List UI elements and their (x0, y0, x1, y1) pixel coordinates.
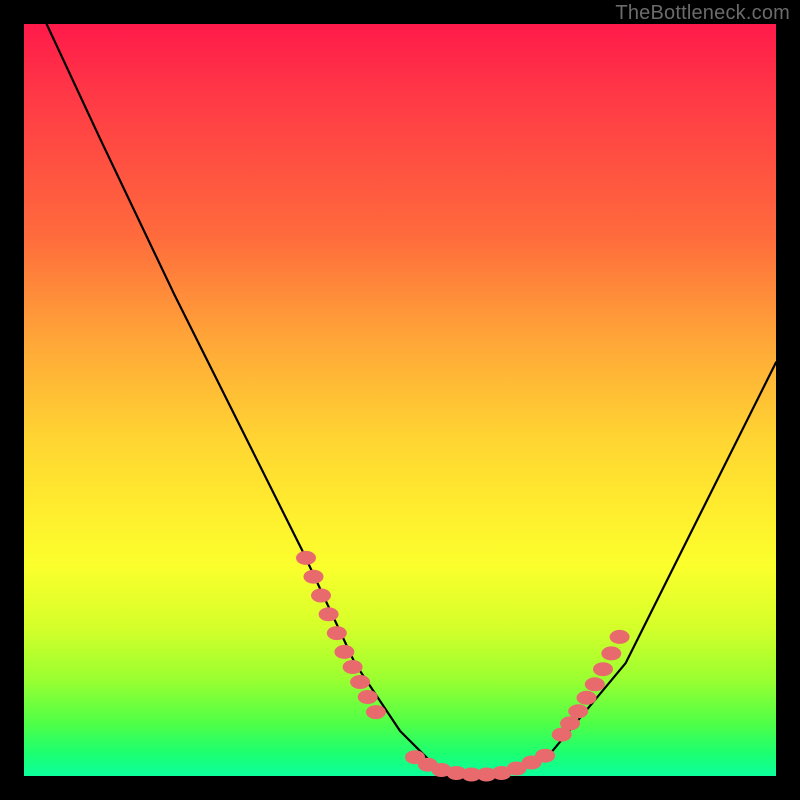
marker-dot (601, 646, 621, 660)
marker-dot (577, 691, 597, 705)
marker-dot (593, 662, 613, 676)
marker-dot (350, 675, 370, 689)
marker-dot (311, 589, 331, 603)
chart-svg (24, 24, 776, 776)
bottleneck-curve (47, 24, 776, 776)
marker-dots (296, 551, 630, 782)
marker-dot (358, 690, 378, 704)
marker-dot (610, 630, 630, 644)
marker-dot (334, 645, 354, 659)
marker-dot (296, 551, 316, 565)
marker-dot (568, 704, 588, 718)
marker-dot (366, 705, 386, 719)
marker-dot (304, 570, 324, 584)
chart-frame: TheBottleneck.com (0, 0, 800, 800)
marker-dot (560, 716, 580, 730)
marker-dot (343, 660, 363, 674)
watermark-text: TheBottleneck.com (615, 2, 790, 25)
marker-dot (585, 677, 605, 691)
marker-dot (327, 626, 347, 640)
marker-dot (535, 749, 555, 763)
marker-dot (319, 607, 339, 621)
